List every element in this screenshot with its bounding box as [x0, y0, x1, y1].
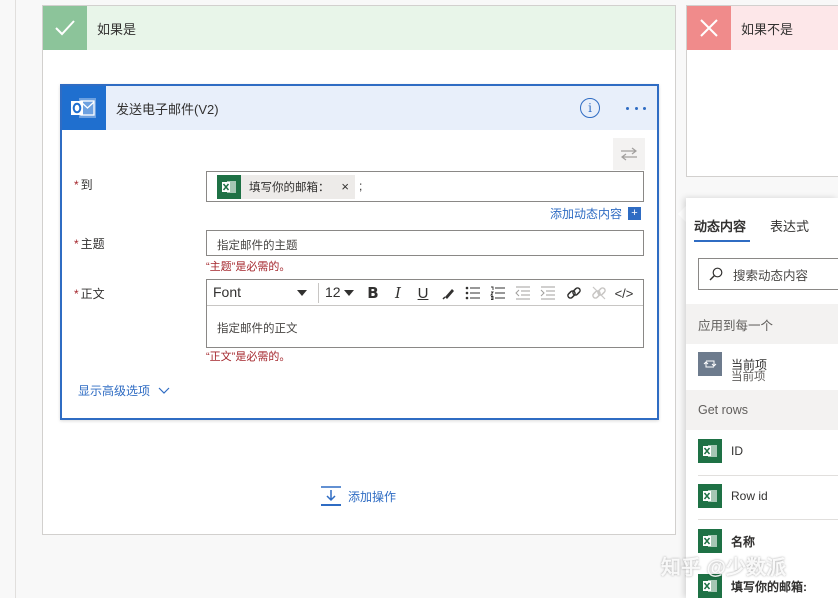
dynamic-content-search-input[interactable]: 搜索动态内容	[698, 258, 838, 290]
toolbar-divider	[318, 283, 319, 303]
search-placeholder: 搜索动态内容	[733, 268, 809, 283]
list-item-label: Row id	[731, 489, 768, 503]
to-label: * 到	[74, 176, 93, 193]
branch-if-no: 如果不是	[686, 5, 838, 177]
code-view-button[interactable]: </>	[614, 284, 634, 302]
send-email-card-header[interactable]: 发送电子邮件(V2) i	[62, 86, 657, 130]
decrease-indent-icon[interactable]	[513, 284, 533, 302]
numbered-list-icon[interactable]	[488, 284, 508, 302]
card-title: 发送电子邮件(V2)	[116, 101, 219, 117]
body-placeholder: 指定邮件的正文	[217, 323, 298, 335]
required-asterisk: *	[74, 237, 79, 251]
list-item-label: 填写你的邮箱:	[731, 579, 807, 594]
swap-arrows-icon	[621, 147, 637, 161]
check-icon	[43, 6, 87, 50]
add-action-icon	[321, 486, 341, 506]
to-token[interactable]: 填写你的邮箱： ×	[217, 175, 355, 199]
info-icon[interactable]: i	[580, 98, 600, 118]
required-asterisk: *	[74, 287, 79, 301]
branch-if-yes-header[interactable]: 如果是	[43, 6, 675, 50]
chevron-down-icon[interactable]	[344, 290, 354, 296]
send-email-card: 发送电子邮件(V2) i * 到 填写你的邮箱： × ; 添加动态内容 + * …	[60, 84, 659, 420]
to-label-text: 到	[80, 178, 93, 192]
outlook-icon	[62, 86, 106, 130]
close-icon	[687, 6, 731, 50]
left-strip	[0, 0, 16, 598]
italic-button[interactable]: I	[388, 284, 408, 302]
chevron-down-icon	[158, 387, 170, 394]
bullet-list-icon[interactable]	[463, 284, 483, 302]
body-label: * 正文	[74, 285, 105, 302]
tab-dynamic-content[interactable]: 动态内容	[694, 216, 746, 235]
font-size-select[interactable]: 12	[325, 284, 341, 300]
dynamic-content-panel: 动态内容 表达式 搜索动态内容 应用到每一个 当前项 当前项 Get rows …	[686, 198, 838, 598]
show-advanced-options-label: 显示高级选项	[78, 384, 151, 398]
excel-icon	[217, 175, 241, 199]
panel-tabs: 动态内容 表达式	[686, 198, 838, 250]
excel-icon	[698, 439, 722, 463]
tab-expression[interactable]: 表达式	[770, 216, 809, 235]
excel-icon	[698, 484, 722, 508]
bold-button[interactable]: B	[363, 284, 383, 302]
rich-text-toolbar: Font 12 B I U </>	[207, 280, 643, 306]
subject-label-text: 主题	[80, 237, 105, 251]
add-dynamic-content-link[interactable]: 添加动态内容 +	[550, 205, 642, 222]
flow-designer-canvas: 如果是 如果不是 发送电子邮件(V2) i * 到 填写你的邮箱： × ; 添加…	[0, 0, 838, 598]
watermark: 知乎 @少数派	[661, 557, 787, 579]
list-item-label: ID	[731, 444, 743, 458]
add-dynamic-content-label: 添加动态内容	[550, 207, 623, 221]
subject-input[interactable]: 指定邮件的主题	[206, 230, 644, 256]
highlight-pen-icon[interactable]	[439, 284, 459, 302]
branch-if-no-title: 如果不是	[741, 21, 794, 37]
subject-error: “主题”是必需的。	[206, 261, 291, 273]
branch-if-yes-title: 如果是	[97, 21, 137, 37]
switch-input-mode-button[interactable]	[613, 138, 645, 170]
list-item-row-id[interactable]: Row id	[698, 484, 838, 508]
section-apply-to-each[interactable]: 应用到每一个	[686, 304, 838, 344]
add-action-label: 添加操作	[348, 489, 397, 504]
to-field[interactable]: 填写你的邮箱： × ;	[206, 171, 644, 202]
body-editor[interactable]: Font 12 B I U </> 指定邮件的正文	[206, 279, 644, 348]
to-separator: ;	[359, 179, 363, 193]
list-item-name[interactable]: 名称	[698, 529, 838, 553]
section-get-rows[interactable]: Get rows	[686, 390, 838, 430]
body-error: “正文”是必需的。	[206, 351, 291, 363]
active-tab-indicator	[694, 240, 750, 242]
body-label-text: 正文	[80, 287, 105, 301]
plus-icon: +	[628, 207, 642, 220]
required-asterisk: *	[74, 178, 79, 192]
list-divider	[698, 519, 838, 520]
excel-icon	[698, 529, 722, 553]
link-icon[interactable]	[564, 284, 584, 302]
show-advanced-options-link[interactable]: 显示高级选项	[78, 382, 170, 399]
list-item-label: 名称	[731, 534, 756, 549]
unlink-icon[interactable]	[589, 284, 609, 302]
loop-icon	[698, 352, 722, 376]
chevron-down-icon[interactable]	[297, 290, 307, 296]
list-item-id[interactable]: ID	[698, 439, 838, 463]
underline-button[interactable]: U	[413, 284, 433, 302]
token-remove-icon[interactable]: ×	[341, 179, 349, 194]
subject-label: * 主题	[74, 235, 105, 252]
to-token-label: 填写你的邮箱：	[249, 182, 330, 194]
branch-if-no-header[interactable]: 如果不是	[687, 6, 838, 50]
more-options-icon[interactable]	[624, 98, 648, 118]
increase-indent-icon[interactable]	[538, 284, 558, 302]
subject-placeholder: 指定邮件的主题	[217, 240, 298, 252]
list-item-sublabel: 当前项	[731, 371, 766, 383]
add-action-button[interactable]: 添加操作	[320, 486, 396, 506]
search-icon	[709, 267, 723, 281]
list-divider	[698, 475, 838, 476]
list-item-current-item[interactable]: 当前项	[698, 352, 838, 376]
